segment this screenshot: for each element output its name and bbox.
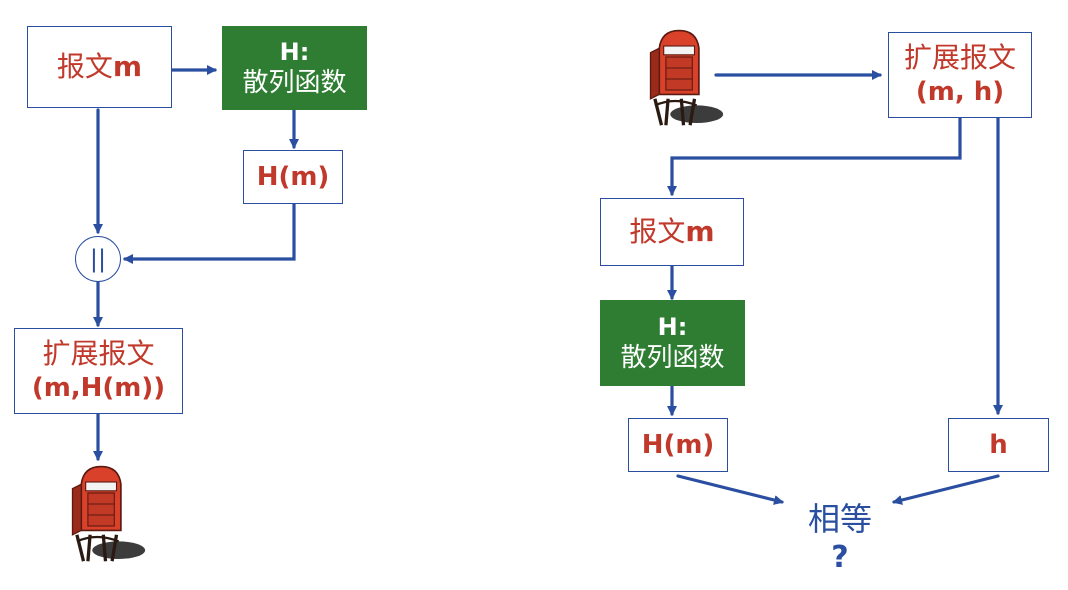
right-extended-sub: (m, h) xyxy=(915,77,1005,108)
left-message-label: 报文 xyxy=(56,49,113,83)
right-extended-message-box: 扩展报文 (m, h) xyxy=(888,32,1032,118)
right-hash-subtitle: 散列函数 xyxy=(620,342,725,373)
left-extended-title: 扩展报文 xyxy=(42,337,155,371)
left-hm-box: H(m) xyxy=(243,150,343,204)
left-hash-title: H: xyxy=(279,37,310,66)
arrow-hm-to-compare xyxy=(676,474,784,505)
compare-question: ? xyxy=(831,540,849,575)
right-hash-title: H: xyxy=(657,312,688,341)
left-message-var: m xyxy=(112,49,143,83)
right-hm-label: H(m) xyxy=(641,429,715,460)
right-extended-title: 扩展报文 xyxy=(903,41,1016,75)
right-h-label: h xyxy=(989,429,1008,460)
right-message-box: 报文m xyxy=(600,198,744,266)
left-hash-function-box: H: 散列函数 xyxy=(222,26,367,110)
right-message-label: 报文 xyxy=(629,214,686,248)
right-message-var: m xyxy=(685,214,715,248)
right-h-box: h xyxy=(948,418,1049,472)
left-extended-message-box: 扩展报文 (m,H(m)) xyxy=(14,328,183,414)
mailbox-icon-sender xyxy=(649,29,724,126)
left-hm-label: H(m) xyxy=(256,161,330,192)
left-message-box: 报文m xyxy=(27,26,172,108)
mailbox-icon-receiver xyxy=(71,465,146,562)
arrow-hm-to-concat xyxy=(123,202,296,264)
right-hm-box: H(m) xyxy=(628,418,728,472)
concat-symbol: || xyxy=(89,245,107,273)
right-hash-function-box: H: 散列函数 xyxy=(600,300,745,386)
left-hash-subtitle: 散列函数 xyxy=(242,67,347,98)
compare-label: 相等 xyxy=(807,500,872,538)
left-extended-sub: (m,H(m)) xyxy=(31,373,166,404)
arrow-h-to-compare xyxy=(892,474,1000,505)
concat-operator: || xyxy=(75,236,121,282)
